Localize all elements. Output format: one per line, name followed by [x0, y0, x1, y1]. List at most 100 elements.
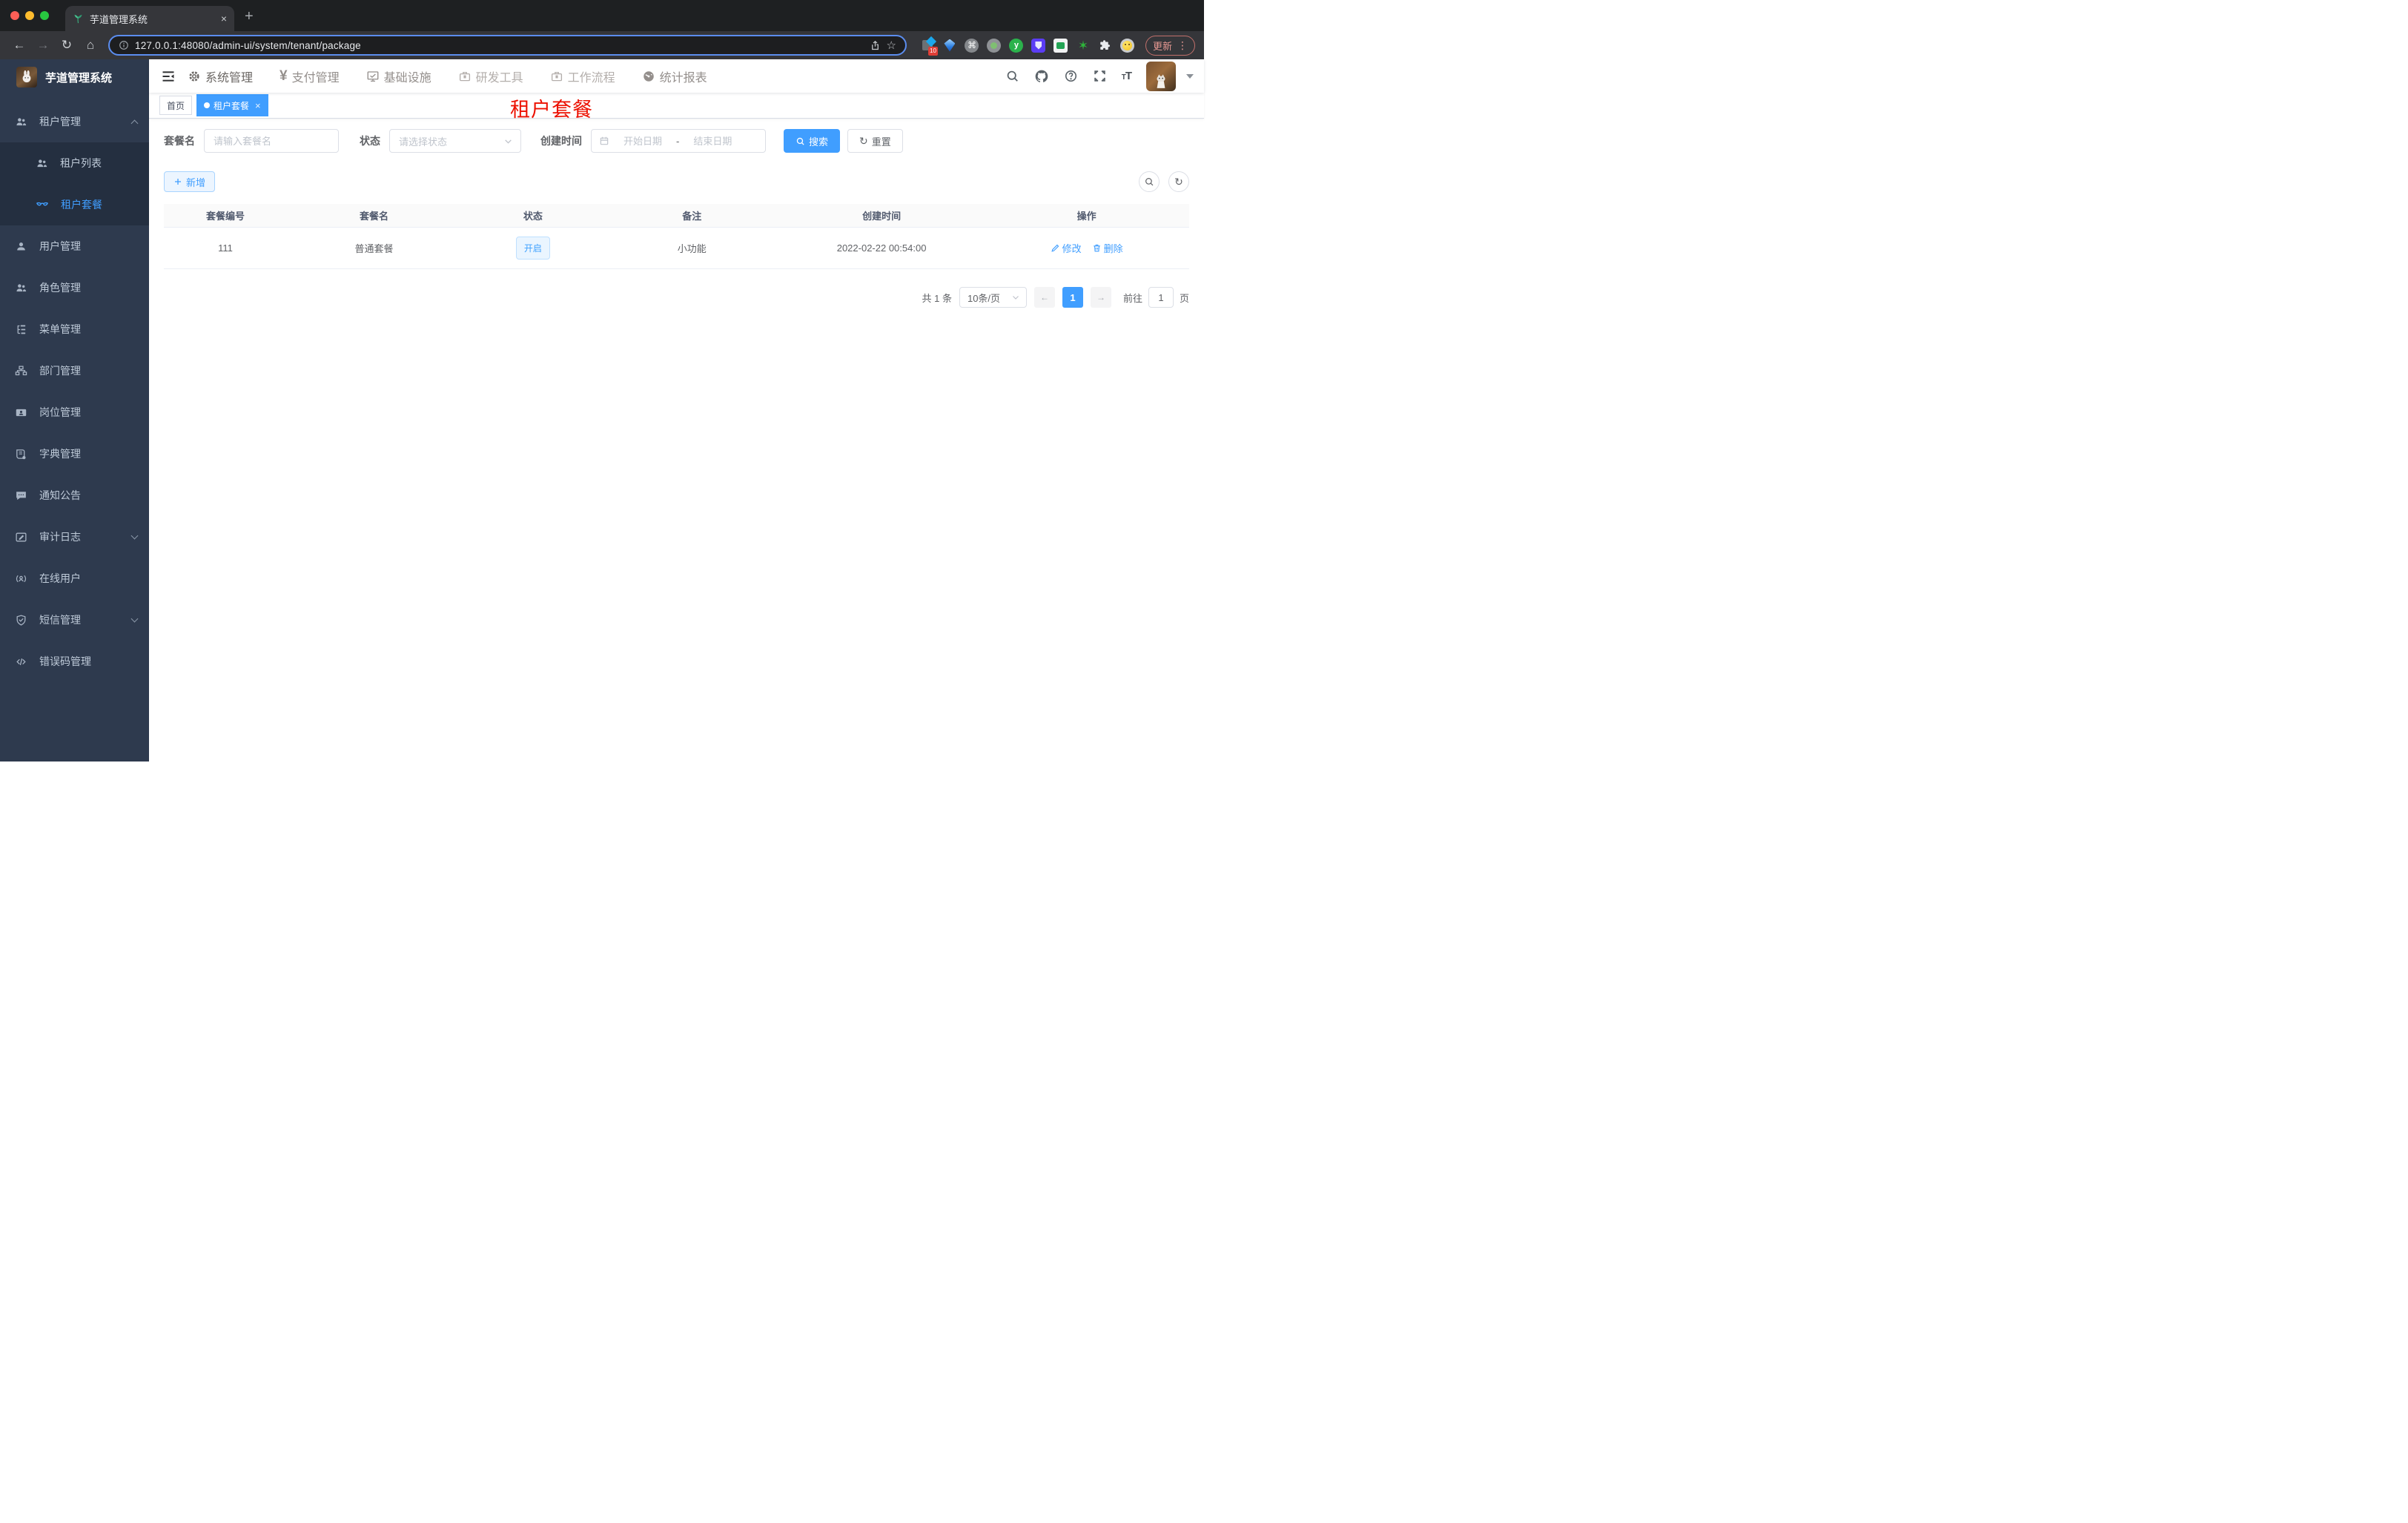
package-name-input[interactable]: [204, 129, 339, 153]
end-date-input[interactable]: [685, 131, 741, 151]
sidebar-item-online-users[interactable]: 在线用户: [0, 558, 149, 599]
current-page-button[interactable]: 1: [1062, 287, 1083, 308]
avatar-caret-down-icon[interactable]: [1186, 73, 1194, 79]
top-nav-workflow[interactable]: 工作流程: [550, 67, 615, 85]
refresh-button[interactable]: ↻: [1168, 171, 1189, 192]
browser-tab[interactable]: 芋道管理系统 ×: [65, 6, 234, 31]
sidebar-item-tenant-list[interactable]: 租户列表: [0, 142, 149, 184]
site-info-icon[interactable]: [119, 40, 129, 50]
browser-tab-strip: 芋道管理系统 × +: [0, 0, 1204, 31]
tag-close-icon[interactable]: ×: [255, 100, 261, 111]
status-select[interactable]: 请选择状态: [389, 129, 521, 153]
status-placeholder: 请选择状态: [399, 136, 448, 148]
font-size-icon[interactable]: TT: [1122, 70, 1132, 82]
message-icon: [16, 491, 26, 500]
extension-y-icon[interactable]: y: [1009, 38, 1024, 53]
sidebar-item-label: 租户管理: [39, 116, 81, 128]
status-badge[interactable]: 开启: [515, 237, 550, 260]
extensions-puzzle-icon[interactable]: [1098, 38, 1113, 53]
prev-page-button[interactable]: ←: [1033, 287, 1055, 308]
tab-close-icon[interactable]: ×: [221, 13, 227, 24]
sidebar-item-sms-management[interactable]: 短信管理: [0, 599, 149, 641]
add-button-label: 新增: [186, 176, 206, 188]
sidebar-item-notice-announcement[interactable]: 通知公告: [0, 475, 149, 516]
page-size-select[interactable]: 10条/页: [959, 287, 1027, 308]
share-icon[interactable]: [870, 40, 881, 51]
record-shape: [987, 38, 1002, 53]
extension-record-icon[interactable]: [987, 38, 1002, 53]
cell-status: 开启: [461, 237, 605, 260]
logo-row[interactable]: 芋道管理系统: [0, 59, 149, 95]
logo-rabbit-avatar: [16, 67, 37, 87]
home-icon[interactable]: ⌂: [80, 35, 101, 56]
sidebar-item-error-code-management[interactable]: 错误码管理: [0, 641, 149, 682]
briefcase-icon: [551, 71, 562, 81]
macos-window-controls: [10, 11, 49, 20]
cell-created-time: 2022-02-22 00:54:00: [836, 242, 927, 254]
reset-button[interactable]: ↻ 重置: [847, 129, 903, 153]
delete-link[interactable]: 删除: [1092, 241, 1123, 255]
tenant-submenu: 租户列表 租户套餐: [0, 142, 149, 225]
back-icon[interactable]: ←: [9, 35, 30, 56]
extension-chat-icon[interactable]: [1054, 38, 1068, 53]
search-toggle-button[interactable]: [1139, 171, 1160, 192]
search-icon[interactable]: [1005, 69, 1019, 83]
fullscreen-icon[interactable]: [1093, 69, 1107, 83]
add-button[interactable]: 新增: [164, 171, 216, 192]
minimize-window-button[interactable]: [25, 11, 34, 20]
filter-form: 套餐名 状态 请选择状态 创建时间 - 搜索: [164, 129, 1189, 153]
top-nav-infrastructure[interactable]: 基础设施: [366, 67, 431, 85]
sidebar-item-department-management[interactable]: 部门管理: [0, 350, 149, 392]
top-nav-statistics-report[interactable]: 统计报表: [642, 67, 707, 85]
close-window-button[interactable]: [10, 11, 19, 20]
sidebar-item-label: 岗位管理: [39, 406, 81, 418]
top-nav-dev-tools[interactable]: 研发工具: [458, 67, 523, 85]
bookmark-star-icon[interactable]: ☆: [887, 39, 896, 52]
new-tab-button[interactable]: +: [245, 8, 254, 25]
edit-link[interactable]: 修改: [1051, 241, 1082, 255]
extension-star-icon[interactable]: ✶: [1076, 38, 1091, 53]
dashboard-icon: [643, 70, 654, 82]
extension-command-icon[interactable]: ⌘: [965, 38, 979, 53]
column-header: 套餐名: [360, 211, 389, 222]
extension-gem-icon[interactable]: [942, 38, 957, 53]
sidebar-item-audit-log[interactable]: 审计日志: [0, 516, 149, 558]
user-icon: [17, 242, 25, 250]
top-nav-payment-management[interactable]: ¥ 支付管理: [280, 67, 340, 85]
sidebar-item-post-management[interactable]: 岗位管理: [0, 392, 149, 433]
sidebar-item-tenant-package[interactable]: 租户套餐: [0, 184, 149, 225]
goto-page-input[interactable]: [1148, 287, 1174, 308]
top-nav: 系统管理 ¥ 支付管理 基础设施 研发工具 工作流程 统计报表: [188, 67, 707, 85]
page-title: 租户套餐: [510, 99, 593, 121]
search-button[interactable]: 搜索: [784, 129, 841, 153]
user-avatar[interactable]: [1146, 61, 1176, 91]
browser-menu-dots-icon[interactable]: ⋮: [1177, 39, 1188, 52]
start-date-input[interactable]: [615, 131, 670, 151]
help-icon[interactable]: [1064, 69, 1078, 83]
sidebar-item-menu-management[interactable]: 菜单管理: [0, 308, 149, 350]
create-time-range-picker[interactable]: -: [591, 129, 766, 153]
extension-tiles-icon[interactable]: 10: [920, 36, 938, 56]
next-page-button[interactable]: →: [1090, 287, 1111, 308]
extension-shield-icon[interactable]: [1031, 38, 1046, 53]
app-shell: 芋道管理系统 租户管理 租户列表 租户套餐 用户管理 角色管理 菜单管理 部门管…: [0, 59, 1204, 762]
chrome-update-button[interactable]: 更新 ⋮: [1145, 35, 1195, 56]
zoom-window-button[interactable]: [40, 11, 49, 20]
sidebar-item-dict-management[interactable]: 字典管理: [0, 433, 149, 475]
top-nav-system-management[interactable]: 系统管理: [188, 67, 253, 85]
sidebar-item-role-management[interactable]: 角色管理: [0, 267, 149, 308]
tag-tenant-package-active[interactable]: 租户套餐 ×: [196, 94, 268, 116]
prev-icon: ←: [1039, 292, 1049, 303]
sidebar-collapse-icon[interactable]: [161, 69, 176, 84]
sidebar-item-user-management[interactable]: 用户管理: [0, 225, 149, 267]
forward-icon[interactable]: →: [33, 35, 53, 56]
refresh-icon: ↻: [859, 134, 868, 147]
browser-profile-avatar[interactable]: [1120, 38, 1135, 53]
sidebar-item-tenant-management[interactable]: 租户管理: [0, 101, 149, 142]
address-bar[interactable]: 127.0.0.1:48080/admin-ui/system/tenant/p…: [108, 35, 907, 56]
tag-home[interactable]: 首页: [159, 96, 193, 115]
reload-icon[interactable]: ↻: [56, 35, 77, 56]
url-text[interactable]: 127.0.0.1:48080/admin-ui/system/tenant/p…: [135, 40, 864, 51]
github-icon[interactable]: [1034, 69, 1049, 84]
sidebar: 芋道管理系统 租户管理 租户列表 租户套餐 用户管理 角色管理 菜单管理 部门管…: [0, 59, 149, 762]
